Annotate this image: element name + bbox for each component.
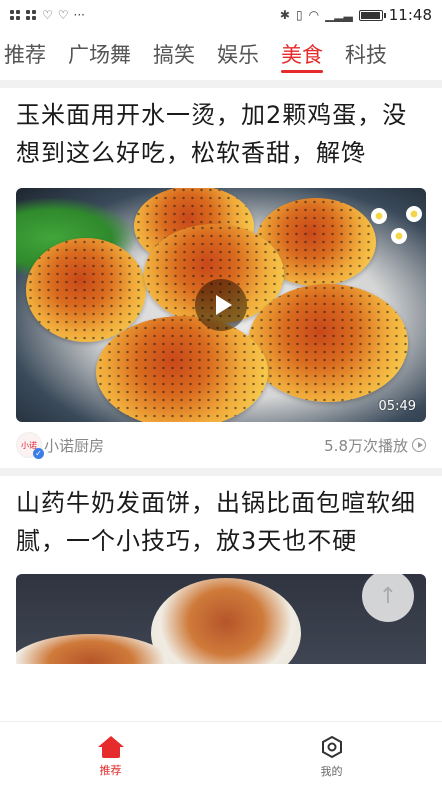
tab-square-dance[interactable]: 广场舞 (68, 31, 131, 79)
signal-icon: ▁▂▃ (325, 8, 353, 22)
video-card[interactable]: 玉米面用开水一烫，加2颗鸡蛋，没想到这么好吃，松软香甜，解馋 05:49 小诺 ✓… (0, 88, 442, 468)
video-title[interactable]: 山药牛奶发面饼，出锅比面包暄软细腻，一个小技巧，放3天也不硬 (0, 476, 442, 560)
nav-recommend[interactable]: 推荐 (0, 722, 221, 792)
video-thumbnail[interactable]: ↑ (16, 574, 426, 664)
grid-icon (10, 9, 21, 21)
card-divider (0, 468, 442, 476)
flower-decoration (391, 228, 407, 244)
video-thumbnail[interactable]: 05:49 (16, 188, 426, 422)
bottom-nav: 推荐 我的 (0, 721, 442, 792)
play-circle-icon (412, 438, 426, 452)
category-tabs: 推荐 广场舞 搞笑 娱乐 美食 科技 (0, 30, 442, 80)
vibrate-icon: ▯ (295, 8, 303, 22)
flower-decoration (371, 208, 387, 224)
tab-tech[interactable]: 科技 (345, 31, 387, 79)
more-dots-icon: ··· (73, 8, 85, 22)
heart-pulse-icon: ♡ (42, 8, 53, 22)
heart-pulse-icon: ♡ (57, 8, 69, 22)
play-count-text: 5.8万次播放 (324, 436, 408, 455)
author-avatar[interactable]: 小诺 ✓ (16, 432, 44, 459)
home-icon (97, 736, 124, 758)
flower-decoration (406, 206, 422, 222)
video-duration: 05:49 (378, 399, 416, 414)
verified-badge-icon: ✓ (33, 448, 44, 459)
tab-recommend[interactable]: 推荐 (4, 31, 46, 79)
tab-entertainment[interactable]: 娱乐 (217, 31, 259, 79)
wifi-icon: ◠ (308, 8, 320, 22)
status-right-icons: ✱ ▯ ◠ ▁▂▃ 11:48 (280, 6, 432, 24)
status-left-icons: ♡ ♡ ··· (10, 9, 85, 21)
video-feed: 玉米面用开水一烫，加2颗鸡蛋，没想到这么好吃，松软香甜，解馋 05:49 小诺 ✓… (0, 88, 442, 664)
corn-cake (26, 238, 146, 342)
video-meta: 小诺 ✓ 小诺厨房 5.8万次播放 (0, 422, 442, 468)
grid-icon (26, 9, 37, 21)
bluetooth-icon: ✱ (279, 8, 290, 22)
corn-cake (248, 284, 408, 402)
corn-cake (96, 316, 268, 422)
nav-label: 推荐 (99, 764, 122, 777)
battery-icon (358, 9, 386, 21)
status-bar: ♡ ♡ ··· ✱ ▯ ◠ ▁▂▃ 11:48 (0, 0, 442, 30)
tabs-divider (0, 80, 442, 88)
arrow-up-icon[interactable]: ↑ (362, 574, 414, 622)
hexagon-icon (320, 735, 344, 759)
author-name[interactable]: 小诺厨房 (44, 435, 104, 456)
play-count: 5.8万次播放 (324, 435, 426, 456)
play-button[interactable] (195, 279, 247, 331)
status-time: 11:48 (388, 6, 432, 24)
video-card[interactable]: 山药牛奶发面饼，出锅比面包暄软细腻，一个小技巧，放3天也不硬 ↑ (0, 476, 442, 664)
tab-funny[interactable]: 搞笑 (153, 31, 195, 79)
nav-label: 我的 (320, 765, 343, 778)
tab-food[interactable]: 美食 (281, 31, 323, 79)
nav-mine[interactable]: 我的 (221, 722, 442, 792)
bread-item (151, 578, 301, 664)
video-title[interactable]: 玉米面用开水一烫，加2颗鸡蛋，没想到这么好吃，松软香甜，解馋 (0, 88, 442, 172)
